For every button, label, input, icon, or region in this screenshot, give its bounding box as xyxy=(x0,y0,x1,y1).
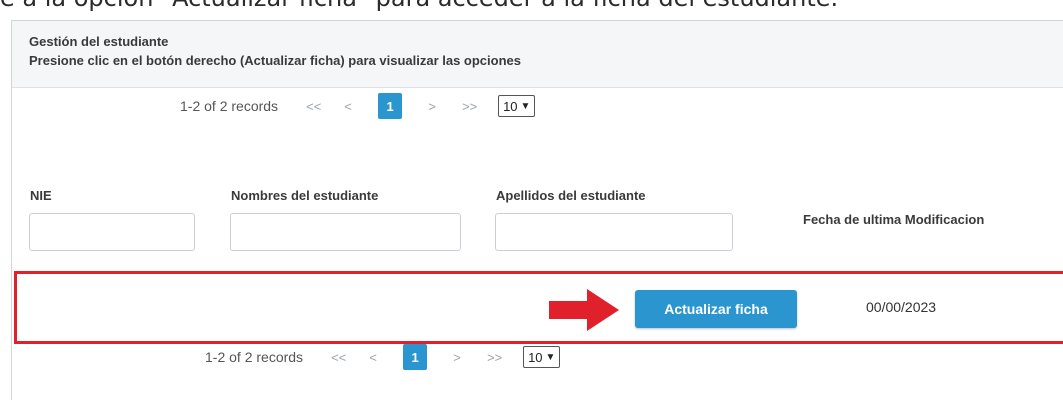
next-page-button[interactable]: > xyxy=(426,99,438,114)
last-page-button[interactable]: >> xyxy=(462,99,477,114)
update-record-button[interactable]: Actualizar ficha xyxy=(635,290,797,328)
apellidos-filter-input[interactable] xyxy=(495,213,733,251)
chevron-down-icon: ▼ xyxy=(545,351,556,363)
panel-title: Gestión del estudiante xyxy=(29,34,169,49)
records-count: 1-2 of 2 records xyxy=(205,349,304,365)
next-page-button[interactable]: > xyxy=(451,350,463,365)
column-nie-label: NIE xyxy=(30,188,52,203)
nie-filter-input[interactable] xyxy=(29,213,195,251)
first-page-button[interactable]: << xyxy=(306,99,321,114)
right-arrow-icon xyxy=(549,289,619,331)
pagination-top: 1-2 of 2 records << < 1 > >> 10 ▼ xyxy=(180,93,536,119)
chevron-down-icon: ▼ xyxy=(520,100,531,112)
records-count: 1-2 of 2 records xyxy=(180,98,279,114)
first-page-button[interactable]: << xyxy=(331,350,346,365)
column-fecha-label: Fecha de ultima Modificacion xyxy=(803,212,985,227)
prev-page-button[interactable]: < xyxy=(342,99,354,114)
column-apellidos-label: Apellidos del estudiante xyxy=(496,188,646,203)
pagination-bottom: 1-2 of 2 records << < 1 > >> 10 ▼ xyxy=(205,344,561,370)
last-modified-date: 00/00/2023 xyxy=(866,299,937,315)
page-size-value: 10 xyxy=(528,349,543,365)
page-size-value: 10 xyxy=(503,98,518,114)
nombres-filter-input[interactable] xyxy=(230,213,461,251)
prev-page-button[interactable]: < xyxy=(367,350,379,365)
panel-subtitle: Presione clic en el botón derecho (Actua… xyxy=(29,53,521,68)
page-1-button[interactable]: 1 xyxy=(403,344,428,370)
column-nombres-label: Nombres del estudiante xyxy=(231,188,379,203)
panel-header: Gestión del estudiante Presione clic en … xyxy=(12,21,1063,88)
page-size-select[interactable]: 10 ▼ xyxy=(498,95,536,117)
page-size-select[interactable]: 10 ▼ xyxy=(523,346,561,368)
instruction-caption: e a la opción "Actualizar ficha" para ac… xyxy=(0,0,1063,12)
page-1-button[interactable]: 1 xyxy=(378,93,403,119)
last-page-button[interactable]: >> xyxy=(487,350,502,365)
